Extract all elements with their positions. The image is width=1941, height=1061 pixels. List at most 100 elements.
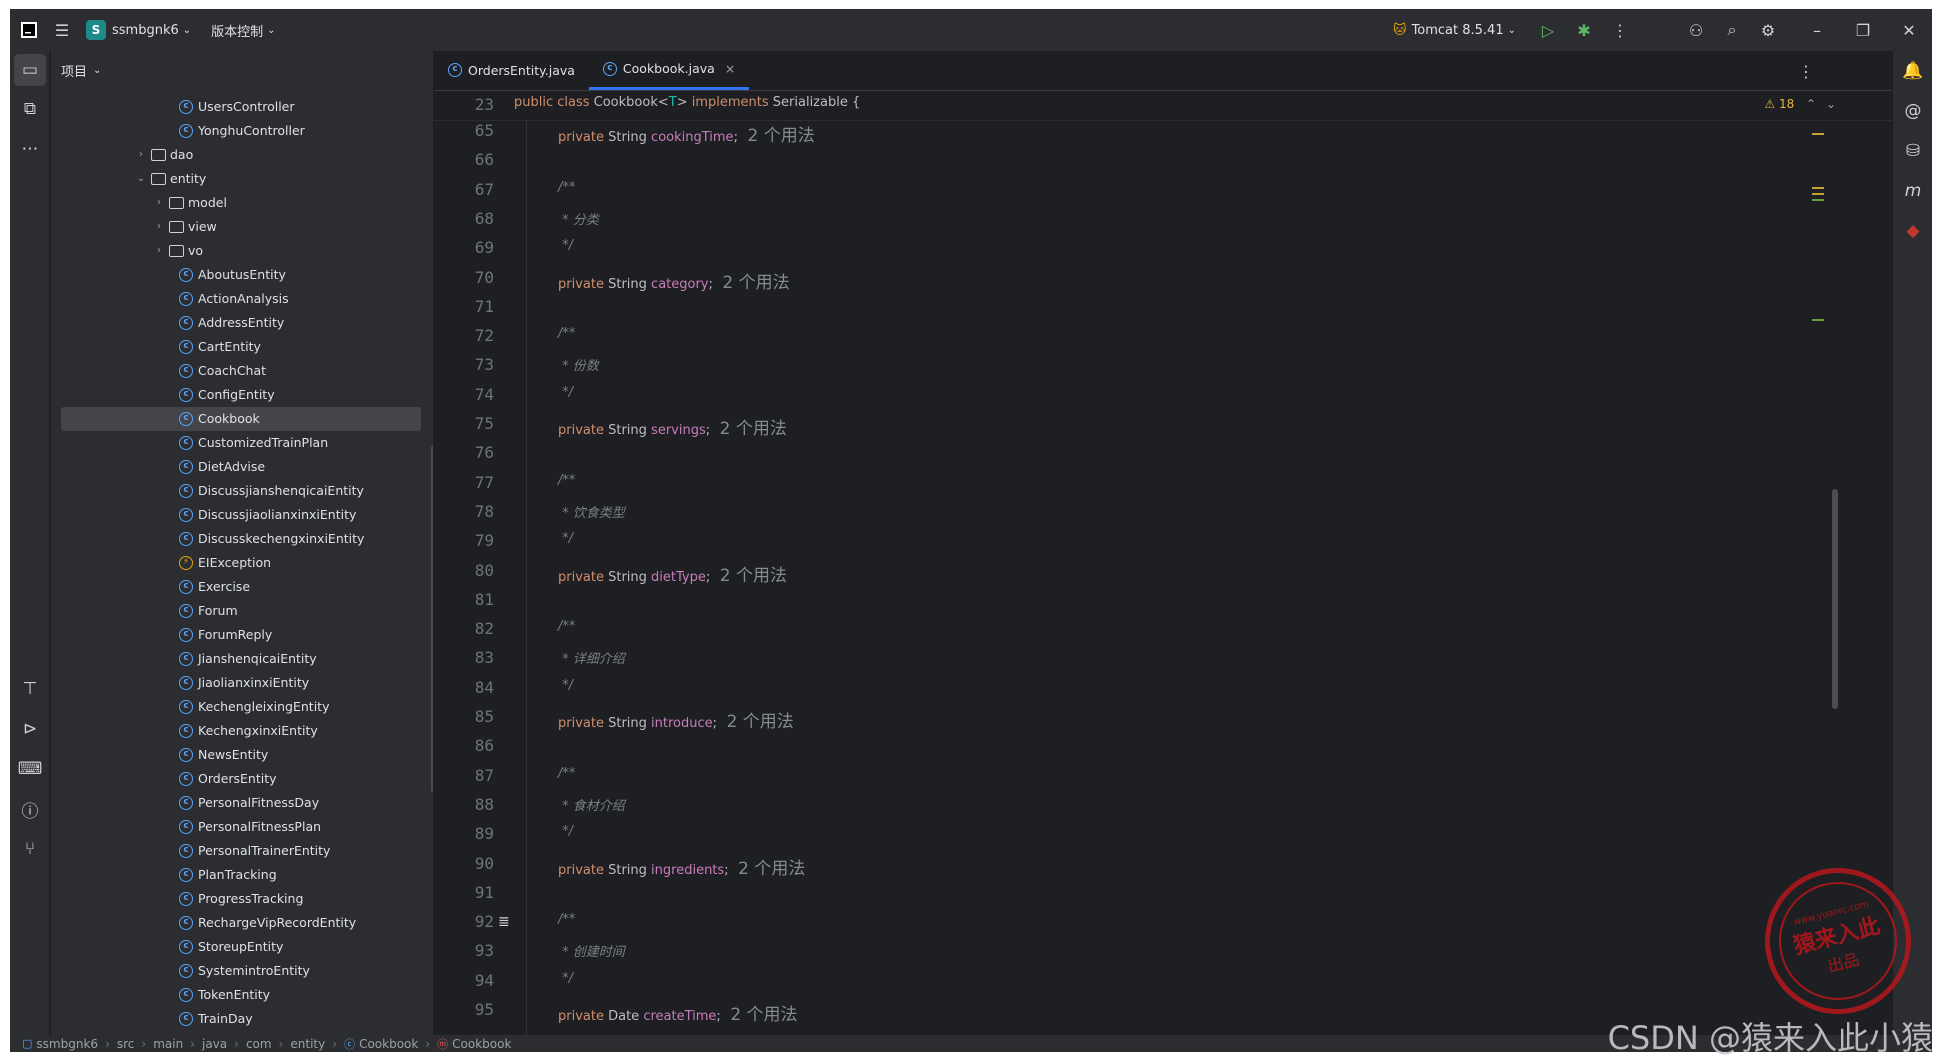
code-line[interactable]: */ — [558, 824, 573, 839]
warning-stripe-marker[interactable] — [1812, 193, 1824, 195]
more-options-icon[interactable]: ⋮ — [1602, 12, 1638, 48]
maven-icon[interactable]: m — [1893, 171, 1932, 211]
breadcrumb-item[interactable]: com — [246, 1037, 272, 1051]
tree-row[interactable]: c AddressEntity — [51, 311, 433, 335]
code-line[interactable]: private String servings; 2 个用法 — [558, 414, 787, 439]
usage-hint[interactable]: 2 个用法 — [714, 566, 787, 586]
breadcrumb-item[interactable]: main — [153, 1037, 183, 1051]
code-line[interactable]: * 份数 — [558, 355, 599, 374]
tree-row[interactable]: c DiscussjiaolianxinxiEntity — [51, 503, 433, 527]
tree-row[interactable]: c NewsEntity — [51, 743, 433, 767]
tab-cookbook-java[interactable]: c Cookbook.java × — [588, 50, 750, 90]
usage-hint[interactable]: 2 个用法 — [714, 419, 787, 439]
chevron-down-icon[interactable]: ⌄ — [135, 167, 147, 191]
tree-row[interactable]: c PersonalFitnessDay — [51, 791, 433, 815]
tree-row[interactable]: c KechengxinxiEntity — [51, 719, 433, 743]
chevron-right-icon[interactable]: › — [135, 143, 147, 167]
restore-icon[interactable]: ❐ — [1840, 12, 1886, 48]
project-tool-icon[interactable]: ▭ — [14, 54, 46, 86]
terminal-tool-icon[interactable]: ⌨ — [10, 749, 50, 789]
warning-stripe-marker[interactable] — [1812, 187, 1824, 189]
minimize-icon[interactable]: – — [1794, 12, 1840, 48]
code-line[interactable]: */ — [558, 238, 573, 253]
tab-ordersentity-java[interactable]: c OrdersEntity.java — [434, 50, 589, 90]
tree-row[interactable]: c DietAdvise — [51, 455, 433, 479]
usage-hint[interactable]: 2 个用法 — [717, 273, 789, 293]
breadcrumb-item[interactable]: src — [117, 1037, 135, 1051]
add-user-icon[interactable]: ⚇ — [1678, 12, 1714, 48]
tree-row[interactable]: c PersonalTrainerEntity — [51, 839, 433, 863]
tree-row[interactable]: c DiscusskechengxinxiEntity — [51, 527, 433, 551]
more-tools-icon[interactable]: ⋯ — [10, 129, 50, 169]
code-line[interactable]: /** — [558, 326, 575, 341]
code-line[interactable]: private String category; 2 个用法 — [558, 268, 790, 293]
chevron-right-icon[interactable]: › — [153, 239, 165, 263]
database-icon[interactable]: ⛁ — [1893, 131, 1932, 171]
code-line[interactable]: * 详细介绍 — [558, 648, 625, 667]
editor-scrollbar[interactable] — [1832, 489, 1838, 709]
structure-tool-icon[interactable]: ⧉ — [10, 89, 50, 129]
tree-row[interactable]: c KechengleixingEntity — [51, 695, 433, 719]
tree-row[interactable]: ⌄ entity — [51, 167, 433, 191]
tree-row[interactable]: c JiaolianxinxiEntity — [51, 671, 433, 695]
tree-row[interactable]: c JianshenqicaiEntity — [51, 647, 433, 671]
run-icon[interactable]: ▷ — [1530, 12, 1566, 48]
warning-stripe-marker[interactable] — [1812, 199, 1824, 201]
tree-row[interactable]: c PersonalFitnessPlan — [51, 815, 433, 839]
code-line[interactable]: /** — [558, 473, 575, 488]
usage-hint[interactable]: 2 个用法 — [725, 1005, 797, 1025]
main-menu-icon[interactable]: ☰ — [44, 12, 80, 48]
code-line[interactable]: /** — [558, 912, 575, 927]
code-line[interactable]: private String dietType; 2 个用法 — [558, 561, 787, 586]
tree-row[interactable]: c ActionAnalysis — [51, 287, 433, 311]
code-line[interactable]: * 分类 — [558, 209, 599, 228]
doc-render-icon[interactable]: ≣ — [498, 914, 510, 930]
code-line[interactable]: /** — [558, 619, 575, 634]
notifications-icon[interactable]: 🔔 — [1893, 51, 1932, 91]
tree-row[interactable]: c CustomizedTrainPlan — [51, 431, 433, 455]
tree-row[interactable]: c YonghuController — [51, 119, 433, 143]
code-line[interactable]: * 食材介绍 — [558, 795, 625, 814]
project-panel-header[interactable]: 项目 ⌄ — [51, 51, 433, 89]
usage-hint[interactable]: 2 个用法 — [742, 126, 814, 146]
tree-row[interactable]: c Exercise — [51, 575, 433, 599]
run-config-selector[interactable]: 🐱 Tomcat 8.5.41 ⌄ — [1387, 15, 1522, 45]
tree-row[interactable]: c TrainDay — [51, 1007, 433, 1031]
tree-row[interactable]: c AboutusEntity — [51, 263, 433, 287]
code-line[interactable]: */ — [558, 678, 573, 693]
tree-row[interactable]: c CartEntity — [51, 335, 433, 359]
project-scrollbar[interactable] — [431, 445, 433, 793]
tree-row[interactable]: c UsersController — [51, 95, 433, 119]
code-line[interactable]: public class Cookbook<T> implements Seri… — [514, 95, 860, 110]
tree-row[interactable]: c CoachChat — [51, 359, 433, 383]
code-line[interactable]: /** — [558, 766, 575, 781]
tree-row[interactable]: c Cookbook — [61, 407, 421, 431]
breadcrumb-item[interactable]: Cookbook — [452, 1037, 511, 1051]
code-line[interactable]: private String cookingTime; 2 个用法 — [558, 121, 815, 146]
tree-row[interactable]: c ProgressTracking — [51, 887, 433, 911]
plugin-icon[interactable]: ◆ — [1893, 211, 1932, 251]
breadcrumb-item[interactable]: Cookbook — [359, 1037, 418, 1051]
tree-row[interactable]: › view — [51, 215, 433, 239]
tree-row[interactable]: c SystemintroEntity — [51, 959, 433, 983]
usage-hint[interactable]: 2 个用法 — [721, 712, 794, 732]
breadcrumb-item[interactable]: java — [202, 1037, 227, 1051]
tree-row[interactable]: › vo — [51, 239, 433, 263]
tree-row[interactable]: c TokenEntity — [51, 983, 433, 1007]
chevron-right-icon[interactable]: › — [153, 215, 165, 239]
usage-hint[interactable]: 2 个用法 — [733, 859, 805, 879]
services-tool-icon[interactable]: ⊳ — [10, 709, 50, 749]
code-line[interactable]: /** — [558, 180, 575, 195]
project-switcher[interactable]: S ssmbgnk6 ⌄ — [80, 15, 197, 45]
tree-row[interactable]: c RechargeVipRecordEntity — [51, 911, 433, 935]
code-line[interactable]: private String ingredients; 2 个用法 — [558, 854, 805, 879]
close-tab-icon[interactable]: × — [725, 61, 735, 76]
warning-stripe-marker[interactable] — [1812, 133, 1824, 135]
tree-row[interactable]: c OrdersEntity — [51, 767, 433, 791]
close-window-icon[interactable]: ✕ — [1886, 12, 1932, 48]
vcs-menu[interactable]: 版本控制 ⌄ — [205, 15, 281, 45]
breadcrumb-item[interactable]: entity — [290, 1037, 325, 1051]
warning-indicator[interactable]: ⚠ 18 ⌃ ⌄ — [1764, 97, 1836, 111]
tree-row[interactable]: c PlanTracking — [51, 863, 433, 887]
tab-more-icon[interactable]: ⋮ — [1788, 53, 1824, 89]
